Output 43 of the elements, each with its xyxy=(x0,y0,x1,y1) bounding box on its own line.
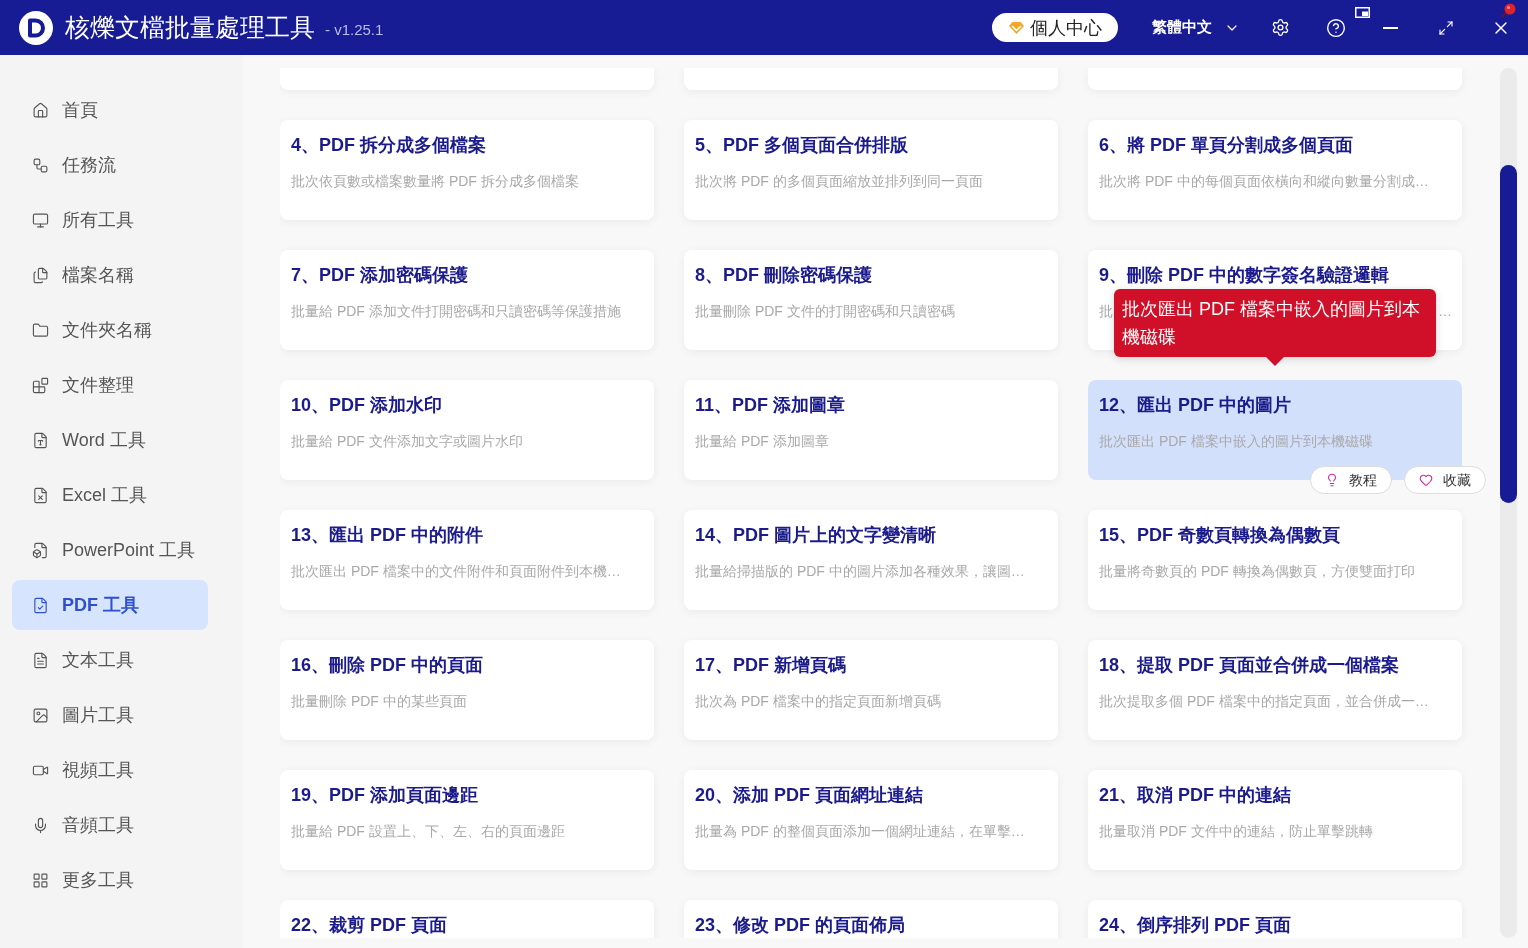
card-description: 批量給 PDF 文件添加文字或圖片水印 xyxy=(291,432,523,451)
card-title: 21、取消 PDF 中的連結 xyxy=(1099,784,1292,807)
card-title: 9、刪除 PDF 中的數字簽名驗證邏輯 xyxy=(1099,264,1389,287)
card-description: 批量給 PDF 設置上、下、左、右的頁面邊距 xyxy=(291,822,565,841)
card-description: 批量為 PDF 的整個頁面添加一個網址連結，在單擊… xyxy=(695,822,1025,841)
card-description: 批次將 PDF 的多個頁面縮放並排列到同一頁面 xyxy=(695,172,983,191)
card-description: 批次匯出 PDF 檔案中的文件附件和頁面附件到本機… xyxy=(291,562,621,581)
card-title: 18、提取 PDF 頁面並合併成一個檔案 xyxy=(1099,654,1400,677)
description-ellipsis: … xyxy=(1438,302,1452,321)
card-title: 16、刪除 PDF 中的頁面 xyxy=(291,654,484,677)
card-title: 17、PDF 新增頁碼 xyxy=(695,654,847,677)
card-title: 23、修改 PDF 的頁面佈局 xyxy=(695,914,906,937)
card-title: 14、PDF 圖片上的文字變清晰 xyxy=(695,524,937,547)
card-title: 4、PDF 拆分成多個檔案 xyxy=(291,134,486,157)
card-description: 批次依頁數或檔案數量將 PDF 拆分成多個檔案 xyxy=(291,172,579,191)
card-title: 19、PDF 添加頁面邊距 xyxy=(291,784,479,807)
card-description: 批量將奇數頁的 PDF 轉換為偶數頁，方便雙面打印 xyxy=(1099,562,1415,581)
card-title: 20、添加 PDF 頁面網址連結 xyxy=(695,784,924,807)
card-title: 15、PDF 奇數頁轉換為偶數頁 xyxy=(1099,524,1341,547)
card-title: 11、PDF 添加圖章 xyxy=(695,394,846,417)
card-description: 批量刪除 PDF 文件的打開密碼和只讀密碼 xyxy=(695,302,955,321)
card-description: 批 xyxy=(1099,302,1113,321)
card-description: 批次提取多個 PDF 檔案中的指定頁面，並合併成一… xyxy=(1099,692,1429,711)
card-description: 批量取消 PDF 文件中的連結，防止單擊跳轉 xyxy=(1099,822,1373,841)
card-title: 12、匯出 PDF 中的圖片 xyxy=(1099,394,1292,417)
card-title: 13、匯出 PDF 中的附件 xyxy=(291,524,484,547)
tooltip: 批次匯出 PDF 檔案中嵌入的圖片到本機磁碟 xyxy=(1114,289,1436,366)
card-description: 批量刪除 PDF 中的某些頁面 xyxy=(291,692,467,711)
card-title: 6、將 PDF 單頁分割成多個頁面 xyxy=(1099,134,1353,157)
app-title: 核爍文檔批量處理工具 xyxy=(65,15,315,40)
card-description: 批量給掃描版的 PDF 中的圖片添加各種效果，讓圖… xyxy=(695,562,1025,581)
card-title: 8、PDF 刪除密碼保護 xyxy=(695,264,872,287)
card-description: 批次匯出 PDF 檔案中嵌入的圖片到本機磁碟 xyxy=(1099,432,1373,451)
card-description: 批次為 PDF 檔案中的指定頁面新增頁碼 xyxy=(695,692,941,711)
card-description: 批次將 PDF 中的每個頁面依橫向和縱向數量分割成… xyxy=(1099,172,1429,191)
card-title: 7、PDF 添加密碼保護 xyxy=(291,264,468,287)
card-title: 24、倒序排列 PDF 頁面 xyxy=(1099,914,1292,937)
card-title: 10、PDF 添加水印 xyxy=(291,394,443,417)
card-description: 批量給 PDF 添加圖章 xyxy=(695,432,829,451)
version-text: - v1.25.1 xyxy=(325,19,384,40)
card-title: 22、裁剪 PDF 頁面 xyxy=(291,914,448,937)
card-title: 5、PDF 多個頁面合併排版 xyxy=(695,134,908,157)
card-description: 批量給 PDF 添加文件打開密碼和只讀密碼等保護措施 xyxy=(291,302,621,321)
